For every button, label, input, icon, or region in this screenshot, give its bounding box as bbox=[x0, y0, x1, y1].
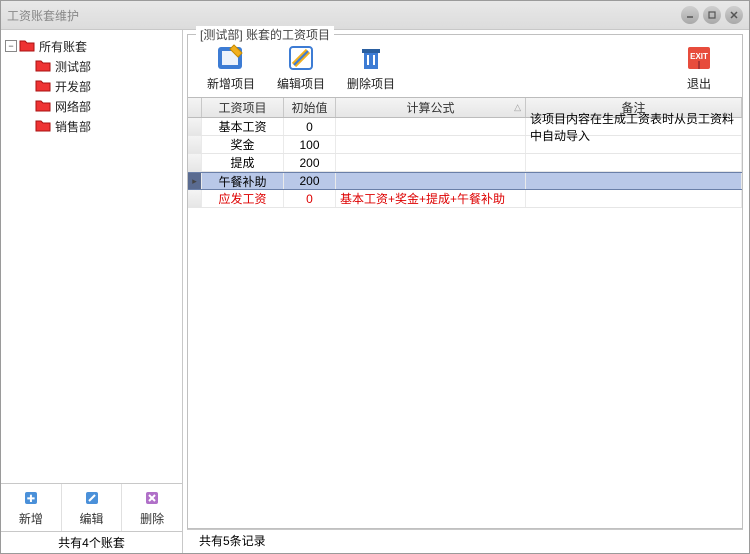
row-header[interactable] bbox=[188, 190, 202, 207]
grid-header[interactable]: 工资项目 初始值 计算公式△ 备注 bbox=[188, 98, 742, 118]
add-account-button[interactable]: ✚ 新增 bbox=[1, 484, 62, 531]
cell-formula[interactable] bbox=[336, 173, 526, 189]
tree-item-label: 网络部 bbox=[55, 98, 91, 115]
minimize-button[interactable] bbox=[681, 6, 699, 24]
cell-name[interactable]: 午餐补助 bbox=[202, 173, 284, 189]
cell-name[interactable]: 奖金 bbox=[202, 136, 284, 153]
edit-item-button[interactable]: 编辑项目 bbox=[266, 41, 336, 92]
col-formula[interactable]: 计算公式△ bbox=[336, 98, 526, 117]
delete-icon bbox=[143, 489, 161, 510]
cell-formula[interactable]: 基本工资+奖金+提成+午餐补助 bbox=[336, 190, 526, 207]
cell-init[interactable]: 0 bbox=[284, 190, 336, 207]
table-row[interactable]: 奖金100 bbox=[188, 136, 742, 154]
col-init[interactable]: 初始值 bbox=[284, 98, 336, 117]
cell-remark[interactable] bbox=[526, 154, 742, 171]
svg-text:EXIT: EXIT bbox=[690, 52, 708, 61]
sort-indicator-icon: △ bbox=[514, 102, 521, 113]
app-window: 工资账套维护 − 所有账套 测试部开发部网络部销售部 ✚ 新增 bbox=[0, 0, 750, 554]
tree-item[interactable]: 测试部 bbox=[5, 56, 178, 76]
folder-red-icon bbox=[35, 98, 51, 115]
left-toolbar: ✚ 新增 编辑 删除 bbox=[1, 483, 182, 531]
row-header[interactable]: ▸ bbox=[188, 173, 202, 189]
add-item-button[interactable]: 新增项目 bbox=[196, 41, 266, 92]
cell-formula[interactable] bbox=[336, 118, 526, 135]
tree-item[interactable]: 开发部 bbox=[5, 76, 178, 96]
cell-init[interactable]: 200 bbox=[284, 173, 336, 189]
delete-item-icon bbox=[354, 41, 388, 75]
left-panel: − 所有账套 测试部开发部网络部销售部 ✚ 新增 编辑 删除 bbox=[1, 30, 183, 553]
add-icon: ✚ bbox=[22, 489, 40, 510]
main-toolbar: 新增项目 编辑项目 删除项目 EXIT 退出 bbox=[188, 35, 742, 97]
cell-init[interactable]: 100 bbox=[284, 136, 336, 153]
salary-grid[interactable]: 工资项目 初始值 计算公式△ 备注 基本工资0该项目内容在生成工资表时从员工资料… bbox=[188, 97, 742, 528]
table-row[interactable]: 应发工资0基本工资+奖金+提成+午餐补助 bbox=[188, 190, 742, 208]
salary-items-groupbox: [测试部] 账套的工资项目 新增项目 编辑项目 删除项目 bbox=[187, 34, 743, 529]
folder-red-icon bbox=[35, 58, 51, 75]
tree-item[interactable]: 销售部 bbox=[5, 116, 178, 136]
left-status: 共有4个账套 bbox=[1, 531, 182, 553]
window-title: 工资账套维护 bbox=[7, 7, 79, 24]
tree-root[interactable]: − 所有账套 bbox=[5, 36, 178, 56]
cell-name[interactable]: 基本工资 bbox=[202, 118, 284, 135]
cell-remark[interactable] bbox=[526, 190, 742, 207]
folder-red-icon bbox=[35, 78, 51, 95]
collapse-toggle[interactable]: − bbox=[5, 40, 17, 52]
cell-name[interactable]: 提成 bbox=[202, 154, 284, 171]
titlebar[interactable]: 工资账套维护 bbox=[1, 1, 749, 29]
edit-icon bbox=[83, 489, 101, 510]
cell-formula[interactable] bbox=[336, 154, 526, 171]
close-button[interactable] bbox=[725, 6, 743, 24]
account-tree[interactable]: − 所有账套 测试部开发部网络部销售部 bbox=[1, 30, 182, 483]
groupbox-title: [测试部] 账套的工资项目 bbox=[196, 26, 334, 43]
exit-icon: EXIT bbox=[682, 41, 716, 75]
cell-remark[interactable] bbox=[526, 136, 742, 153]
cell-init[interactable]: 200 bbox=[284, 154, 336, 171]
table-row[interactable]: 提成200 bbox=[188, 154, 742, 172]
current-row-icon: ▸ bbox=[192, 176, 197, 187]
cell-formula[interactable] bbox=[336, 136, 526, 153]
table-row[interactable]: 基本工资0 该项目内容在生成工资表时从员工资料中自动导入 bbox=[188, 118, 742, 136]
folder-red-icon bbox=[35, 118, 51, 135]
add-item-icon bbox=[214, 41, 248, 75]
row-header[interactable] bbox=[188, 154, 202, 171]
right-panel: [测试部] 账套的工资项目 新增项目 编辑项目 删除项目 bbox=[183, 30, 749, 553]
delete-item-button[interactable]: 删除项目 bbox=[336, 41, 406, 92]
right-status: 共有5条记录 bbox=[187, 529, 743, 551]
tree-item-label: 测试部 bbox=[55, 58, 91, 75]
exit-button[interactable]: EXIT 退出 bbox=[664, 41, 734, 92]
svg-text:✚: ✚ bbox=[27, 494, 35, 505]
table-row[interactable]: ▸ 午餐补助200 bbox=[188, 172, 742, 190]
maximize-button[interactable] bbox=[703, 6, 721, 24]
tree-item-label: 销售部 bbox=[55, 118, 91, 135]
row-header[interactable] bbox=[188, 136, 202, 153]
row-header[interactable] bbox=[188, 118, 202, 135]
cell-init[interactable]: 0 bbox=[284, 118, 336, 135]
cell-name[interactable]: 应发工资 bbox=[202, 190, 284, 207]
delete-account-button[interactable]: 删除 bbox=[122, 484, 182, 531]
edit-item-icon bbox=[284, 41, 318, 75]
col-remark[interactable]: 备注 bbox=[526, 98, 742, 117]
cell-remark[interactable]: 该项目内容在生成工资表时从员工资料中自动导入 bbox=[526, 118, 742, 135]
edit-account-button[interactable]: 编辑 bbox=[62, 484, 123, 531]
tree-item-label: 开发部 bbox=[55, 78, 91, 95]
col-name[interactable]: 工资项目 bbox=[202, 98, 284, 117]
folder-red-icon bbox=[19, 38, 35, 55]
tree-root-label: 所有账套 bbox=[39, 38, 87, 55]
cell-remark[interactable] bbox=[526, 173, 742, 189]
tree-item[interactable]: 网络部 bbox=[5, 96, 178, 116]
row-header-col[interactable] bbox=[188, 98, 202, 117]
